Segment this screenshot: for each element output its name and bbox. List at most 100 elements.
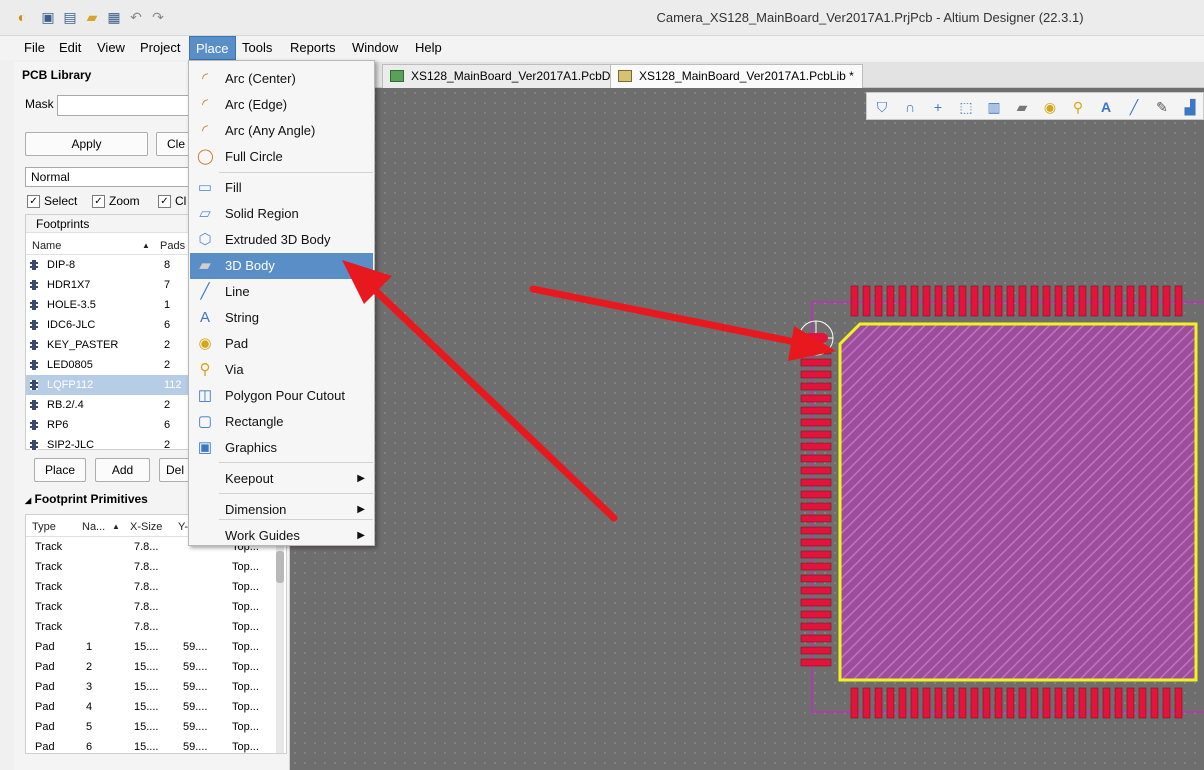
- menu-item-label: Extruded 3D Body: [225, 232, 331, 247]
- menu-item-3d-body[interactable]: ▰ 3D Body: [190, 253, 373, 279]
- menu-window[interactable]: Window: [346, 36, 404, 60]
- redo-icon[interactable]: ↷: [150, 9, 166, 25]
- primitive-row[interactable]: Pad 1 15.... 59.... Top...: [26, 637, 271, 657]
- place-button[interactable]: Place: [34, 458, 86, 482]
- menu-item-rectangle[interactable]: ▢ Rectangle: [190, 409, 373, 435]
- save-all-icon[interactable]: ▤: [62, 9, 78, 25]
- menu-item-fill[interactable]: ▭ Fill: [190, 175, 373, 201]
- primitives-scrollbar[interactable]: [276, 537, 284, 753]
- pad: [800, 502, 832, 511]
- pcb-canvas[interactable]: ⛉ ∩ + ⬚ ▥ ▰ ◉ ⚲ A ╱ ✎ ▟: [290, 88, 1204, 770]
- primitive-row[interactable]: Track 7.8... Top...: [26, 557, 271, 577]
- primitive-row[interactable]: Pad 5 15.... 59.... Top...: [26, 717, 271, 737]
- arc-any-angle-icon: ◜: [202, 122, 208, 139]
- menu-file[interactable]: File: [18, 36, 51, 60]
- menu-item-arc-center[interactable]: ◜ Arc (Center): [190, 66, 373, 92]
- menu-item-work-guides[interactable]: Work Guides ▶: [190, 523, 373, 549]
- footprint-row[interactable]: RB.2/.4 2: [26, 395, 196, 415]
- column-x-size[interactable]: X-Size: [130, 519, 162, 535]
- primitive-row[interactable]: Track 7.8... Top...: [26, 617, 271, 637]
- footprint-row[interactable]: KEY_PASTER 2: [26, 335, 196, 355]
- menu-item-solid-region[interactable]: ▱ Solid Region: [190, 201, 373, 227]
- menu-separator: [219, 519, 373, 520]
- pad: [800, 466, 832, 475]
- tab-pcblib[interactable]: XS128_MainBoard_Ver2017A1.PcbLib *: [610, 64, 863, 88]
- tab-pcbdoc[interactable]: XS128_MainBoard_Ver2017A1.PcbDoc *: [382, 64, 641, 88]
- menu-item-label: Fill: [225, 180, 242, 195]
- clear-existing-label: Cl: [175, 194, 187, 208]
- footprint-icon: [30, 420, 38, 430]
- menu-item-keepout[interactable]: Keepout ▶: [190, 466, 373, 492]
- apply-button[interactable]: Apply: [25, 132, 148, 156]
- tab-pcblib-label: XS128_MainBoard_Ver2017A1.PcbLib *: [639, 69, 854, 83]
- clear-existing-checkbox[interactable]: ✓ Cl: [158, 193, 186, 209]
- primitive-row[interactable]: Pad 3 15.... 59.... Top...: [26, 677, 271, 697]
- menu-item-graphics[interactable]: ▣ Graphics: [190, 435, 373, 461]
- pad: [982, 285, 991, 317]
- primitive-row[interactable]: Track 7.8... Top...: [26, 577, 271, 597]
- select-checkbox[interactable]: ✓ Select: [27, 193, 77, 209]
- extruded-body-icon: ⬡: [198, 231, 212, 248]
- menu-item-polygon-pour-cutout[interactable]: ◫ Polygon Pour Cutout: [190, 383, 373, 409]
- menu-project[interactable]: Project: [134, 36, 186, 60]
- menu-item-arc-edge[interactable]: ◜ Arc (Edge): [190, 92, 373, 118]
- footprint-icon: [30, 340, 38, 350]
- menu-item-label: Pad: [225, 336, 249, 351]
- column-pads[interactable]: Pads: [160, 238, 185, 254]
- delete-button[interactable]: Del: [159, 458, 191, 482]
- menu-edit[interactable]: Edit: [53, 36, 87, 60]
- mode-dropdown[interactable]: Normal: [25, 167, 215, 187]
- menu-item-label: Dimension: [225, 502, 287, 517]
- menu-view[interactable]: View: [91, 36, 131, 60]
- column-y-size[interactable]: Y-: [178, 519, 188, 535]
- column-type[interactable]: Type: [32, 519, 56, 535]
- footprint-row[interactable]: LED0805 2: [26, 355, 196, 375]
- pad: [874, 285, 883, 317]
- menu-item-line[interactable]: ╱ Line: [190, 279, 373, 305]
- column-name[interactable]: Name: [32, 238, 61, 254]
- menu-help[interactable]: Help: [409, 36, 448, 60]
- footprint-icon: [30, 400, 38, 410]
- scroll-thumb[interactable]: [276, 551, 284, 583]
- footprint-icon: [30, 320, 38, 330]
- undo-icon[interactable]: ↶: [128, 9, 144, 25]
- footprint-row[interactable]: SIP2-JLC 2: [26, 435, 196, 455]
- footprint-row[interactable]: HOLE-3.5 1: [26, 295, 196, 315]
- primitive-type: Pad: [35, 681, 55, 693]
- pad: [1090, 285, 1099, 317]
- footprint-row[interactable]: LQFP112 112: [26, 375, 196, 395]
- primitive-x-size: 15....: [134, 721, 159, 733]
- pad: [800, 538, 832, 547]
- footprint-row[interactable]: HDR1X7 7: [26, 275, 196, 295]
- zoom-checkbox[interactable]: ✓ Zoom: [92, 193, 140, 209]
- pad: [1162, 687, 1171, 719]
- column-name[interactable]: Na...: [82, 519, 105, 535]
- footprint-row[interactable]: RP6 6: [26, 415, 196, 435]
- footprint-row[interactable]: DIP-8 8: [26, 255, 196, 275]
- primitive-row[interactable]: Pad 2 15.... 59.... Top...: [26, 657, 271, 677]
- add-button[interactable]: Add: [95, 458, 150, 482]
- menu-item-pad[interactable]: ◉ Pad: [190, 331, 373, 357]
- menu-item-via[interactable]: ⚲ Via: [190, 357, 373, 383]
- footprint-name: SIP2-JLC: [47, 439, 95, 451]
- menu-item-arc-any-angle[interactable]: ◜ Arc (Any Angle): [190, 118, 373, 144]
- primitive-row[interactable]: Track 7.8... Top...: [26, 597, 271, 617]
- open-folder-icon[interactable]: ▰: [84, 9, 100, 25]
- menu-tools[interactable]: Tools: [236, 36, 278, 60]
- primitive-row[interactable]: Pad 6 15.... 59.... Top...: [26, 737, 271, 757]
- menu-place[interactable]: Place: [189, 36, 236, 60]
- save-icon[interactable]: ▣: [40, 9, 56, 25]
- window-title: Camera_XS128_MainBoard_Ver2017A1.PrjPcb …: [656, 10, 1084, 25]
- menu-reports[interactable]: Reports: [284, 36, 342, 60]
- footprint-name: HDR1X7: [47, 279, 91, 291]
- menu-item-label: Graphics: [225, 440, 278, 455]
- menu-item-extruded-3d-body[interactable]: ⬡ Extruded 3D Body: [190, 227, 373, 253]
- collapse-arrow-icon[interactable]: ◢: [25, 496, 31, 505]
- primitives-title: ◢ Footprint Primitives: [25, 492, 148, 506]
- open-project-icon[interactable]: ▦: [106, 9, 122, 25]
- primitive-y-size: 59....: [183, 681, 208, 693]
- menu-item-string[interactable]: A String: [190, 305, 373, 331]
- primitive-row[interactable]: Pad 4 15.... 59.... Top...: [26, 697, 271, 717]
- menu-item-full-circle[interactable]: ◯ Full Circle: [190, 144, 373, 170]
- footprint-row[interactable]: IDC6-JLC 6: [26, 315, 196, 335]
